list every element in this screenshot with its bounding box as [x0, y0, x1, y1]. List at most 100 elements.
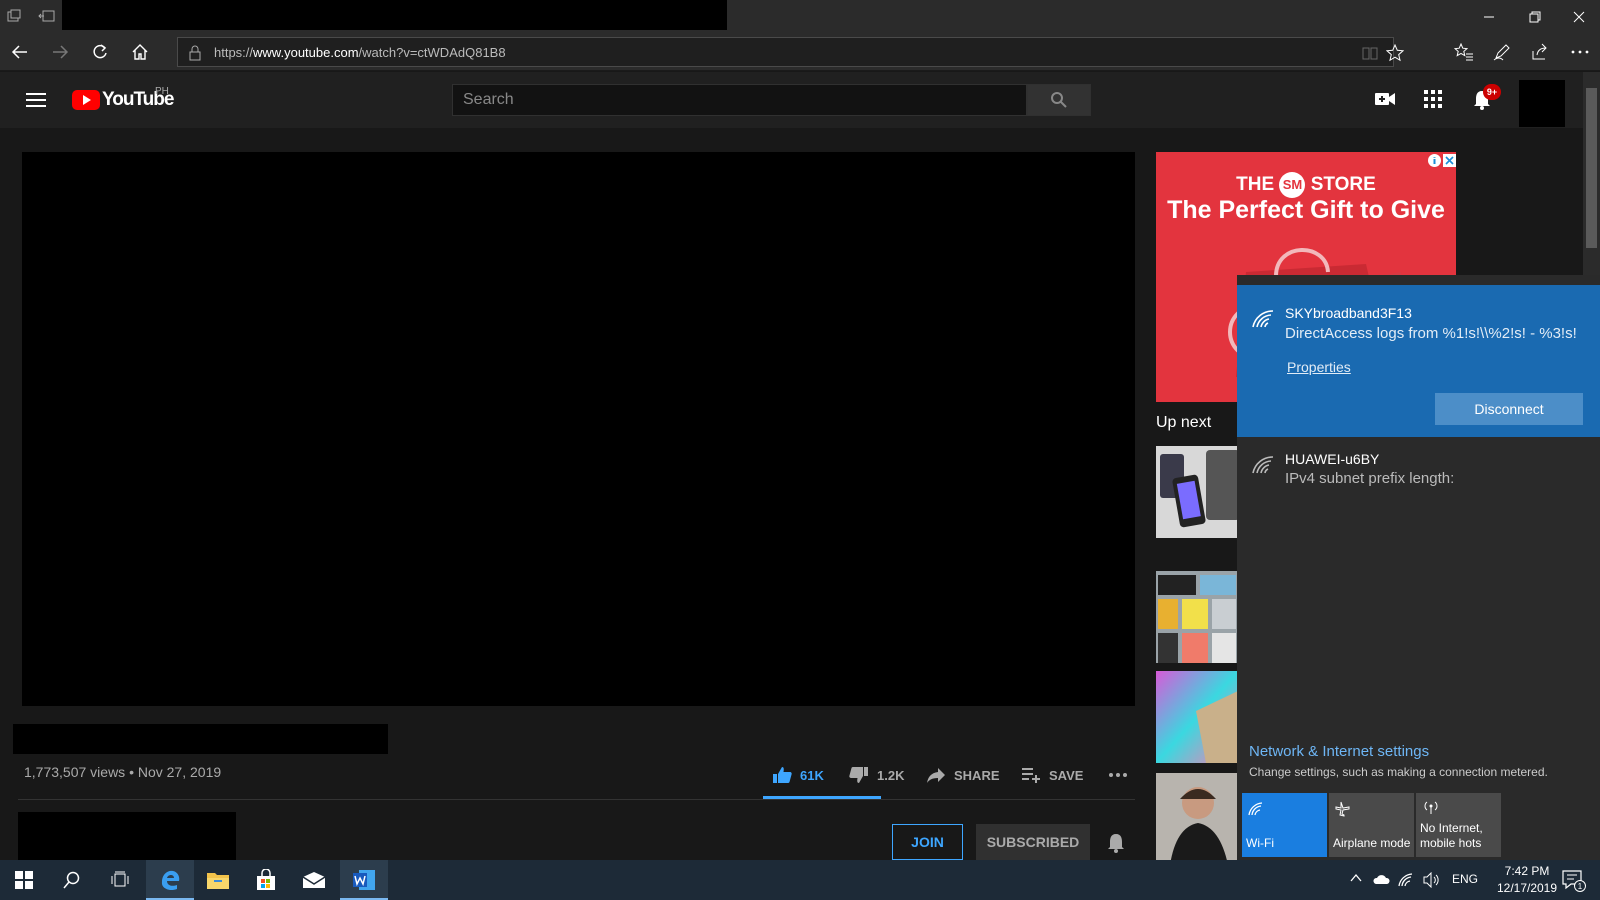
search-taskbar-button[interactable] [48, 860, 96, 900]
wifi-network-name[interactable]: HUAWEI-u6BY [1285, 451, 1379, 467]
tabs-aside-icon[interactable] [6, 8, 22, 24]
ad-headline: THE SM STORE [1156, 172, 1456, 198]
ad-info-icon[interactable] [1428, 154, 1441, 167]
onedrive-cloud-icon[interactable] [1372, 873, 1390, 885]
browser-titlebar [0, 0, 1600, 33]
task-view-button[interactable] [96, 860, 144, 900]
create-video-icon[interactable] [1374, 90, 1396, 108]
home-button[interactable] [120, 37, 160, 67]
region-label: PH [155, 86, 169, 97]
properties-link[interactable]: Properties [1287, 359, 1351, 375]
search-icon [1051, 92, 1067, 108]
wifi-icon [1248, 801, 1264, 817]
disconnect-button[interactable]: Disconnect [1435, 393, 1583, 425]
like-button[interactable]: 61K [772, 758, 824, 792]
more-actions-button[interactable] [1108, 758, 1128, 792]
mobile-hotspot-quick-action[interactable]: No Internet, mobile hots [1416, 793, 1501, 857]
avatar[interactable] [1519, 80, 1565, 127]
minimize-button[interactable] [1466, 0, 1512, 33]
share-arrow-icon [927, 768, 945, 783]
search-input[interactable] [453, 85, 1026, 115]
menu-hamburger-icon[interactable] [26, 92, 46, 108]
youtube-header: YouTube PH 9+ [0, 72, 1583, 128]
back-button[interactable] [0, 37, 40, 67]
up-next-heading: Up next [1156, 414, 1212, 431]
wifi-quick-action[interactable]: Wi-Fi [1242, 793, 1327, 857]
windows-taskbar: ENG 7:42 PM 12/17/2019 1 [0, 860, 1600, 900]
favorite-star-icon[interactable] [1386, 44, 1404, 62]
active-tab[interactable] [62, 0, 727, 30]
video-player[interactable] [22, 152, 1135, 706]
edge-taskbar-button[interactable] [146, 860, 194, 900]
youtube-logo-icon[interactable] [72, 90, 100, 110]
refresh-button[interactable] [80, 37, 120, 67]
wifi-network-status: IPv4 subnet prefix length: [1285, 470, 1455, 487]
wifi-network-name: SKYbroadband3F13 [1285, 305, 1412, 321]
join-button[interactable]: JOIN [892, 824, 963, 860]
task-view-icon [111, 871, 129, 887]
dislike-count: 1.2K [877, 767, 905, 783]
notification-badge: 9+ [1483, 84, 1501, 100]
clock-time[interactable]: 7:42 PM [1492, 864, 1562, 878]
store-bag-icon [257, 869, 275, 890]
reading-view-icon[interactable] [1362, 45, 1378, 61]
ad-logo: SM [1279, 172, 1306, 198]
set-tabs-aside-icon[interactable] [38, 8, 56, 24]
apps-grid-icon[interactable] [1424, 90, 1442, 108]
quick-action-label: Airplane mode [1333, 836, 1411, 850]
upnext-thumbnail[interactable] [1156, 571, 1238, 663]
video-title-redacted [13, 724, 388, 754]
airplane-icon [1335, 801, 1351, 817]
upnext-thumbnail[interactable] [1156, 773, 1238, 865]
save-button[interactable]: SAVE [1021, 758, 1083, 792]
search-box[interactable] [452, 84, 1027, 116]
mail-envelope-icon [302, 872, 326, 888]
quick-action-label: No Internet, mobile hots [1420, 821, 1483, 850]
url-text[interactable]: https://www.youtube.com/watch?v=ctWDAdQ8… [214, 45, 506, 60]
airplane-mode-quick-action[interactable]: Airplane mode [1329, 793, 1414, 857]
thumb-down-icon [849, 767, 868, 783]
upnext-thumbnail[interactable] [1156, 446, 1238, 538]
ad-close-icon[interactable] [1443, 154, 1456, 167]
wifi-flyout: SKYbroadband3F13 DirectAccess logs from … [1237, 275, 1600, 860]
file-explorer-taskbar-button[interactable] [194, 860, 242, 900]
more-options-icon[interactable] [1560, 37, 1600, 67]
windows-logo-icon [15, 871, 33, 889]
wifi-network-connected[interactable]: SKYbroadband3F13 DirectAccess logs from … [1237, 285, 1600, 437]
network-wifi-tray-icon[interactable] [1398, 872, 1414, 888]
search-icon [63, 871, 80, 889]
forward-button[interactable] [40, 37, 80, 67]
thumb-up-icon [773, 767, 792, 783]
mail-taskbar-button[interactable] [290, 860, 338, 900]
notification-bell-icon[interactable] [1106, 832, 1126, 854]
word-icon [353, 870, 375, 890]
ad-tagline: The Perfect Gift to Give [1167, 196, 1445, 224]
web-note-icon[interactable] [1482, 37, 1522, 67]
volume-speaker-icon[interactable] [1422, 872, 1440, 888]
search-button[interactable] [1027, 84, 1091, 116]
word-taskbar-button[interactable] [340, 860, 388, 900]
content-divider [18, 799, 1135, 800]
restore-button[interactable] [1512, 0, 1558, 33]
subscribed-button[interactable]: SUBSCRIBED [976, 824, 1090, 860]
start-button[interactable] [0, 860, 48, 900]
more-horizontal-icon [1109, 773, 1127, 777]
close-window-button[interactable] [1558, 0, 1600, 33]
show-hidden-icons-chevron-icon[interactable] [1350, 873, 1362, 883]
like-count: 61K [800, 767, 824, 783]
input-language[interactable]: ENG [1452, 872, 1478, 886]
favorites-hub-icon[interactable] [1444, 37, 1484, 67]
dislike-button[interactable]: 1.2K [849, 758, 904, 792]
network-settings-link[interactable]: Network & Internet settings [1249, 743, 1429, 760]
microsoft-store-taskbar-button[interactable] [242, 860, 290, 900]
share-icon[interactable] [1520, 37, 1560, 67]
address-bar[interactable]: https://www.youtube.com/watch?v=ctWDAdQ8… [177, 37, 1404, 67]
share-button[interactable]: SHARE [926, 758, 1000, 792]
lock-icon [188, 45, 202, 61]
clock-date[interactable]: 12/17/2019 [1480, 881, 1574, 895]
scrollbar-thumb[interactable] [1586, 88, 1597, 248]
quick-action-label: Wi-Fi [1246, 836, 1274, 850]
upnext-thumbnail[interactable] [1156, 671, 1238, 763]
edge-browser-icon [161, 870, 180, 891]
wifi-signal-icon [1251, 307, 1275, 329]
